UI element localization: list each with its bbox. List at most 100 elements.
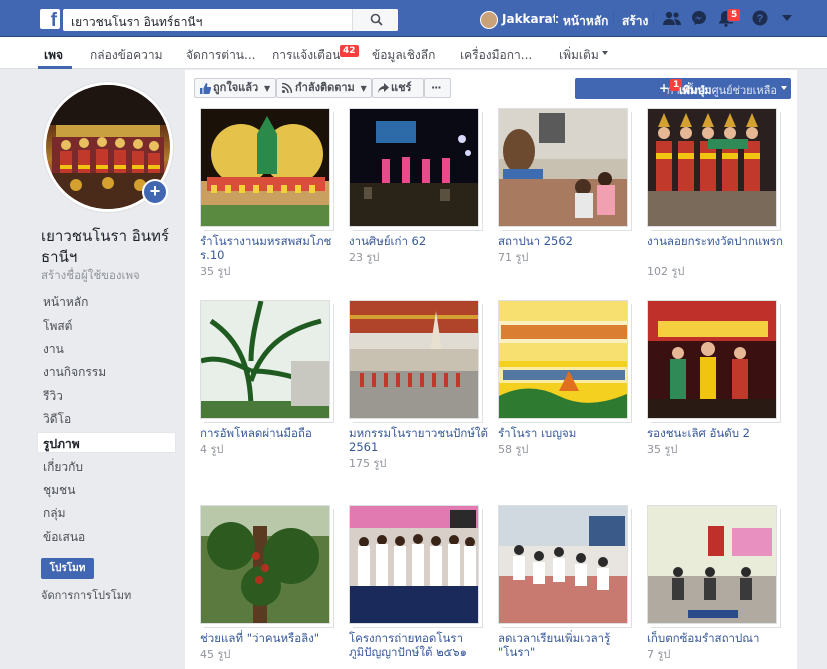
- page-sidebar: + เยาวชนโนรา อินทร์ธานีฯ สร้างชื่อผู้ใช้…: [0, 70, 185, 669]
- sidebar-item-offers[interactable]: ข้อเสนอ: [43, 528, 85, 547]
- chevron-down-icon: [781, 86, 787, 90]
- album-thumbnail[interactable]: [498, 300, 628, 419]
- chevron-down-icon: ▼: [360, 84, 367, 93]
- liked-button[interactable]: ถูกใจแล้ว ▼: [194, 78, 276, 98]
- sidebar-item-events[interactable]: งานกิจกรรม: [43, 363, 106, 382]
- notifications-count-badge: 42: [340, 45, 359, 57]
- rss-follow-icon: [282, 83, 292, 93]
- photos-main-panel: ถูกใจแล้ว ▼ กำลังติดตาม ▼ แชร์ ··· การตั…: [185, 70, 797, 669]
- chevron-down-icon: [602, 51, 608, 55]
- facebook-logo-icon[interactable]: f: [40, 9, 60, 29]
- album-title[interactable]: งานลอยกระทงวัดปากแพรก: [647, 234, 787, 248]
- search-icon: [370, 13, 383, 26]
- avatar[interactable]: [480, 11, 498, 29]
- page-title[interactable]: เยาวชนโนรา อินทร์ธานีฯ: [41, 226, 181, 268]
- album-photo-count: 35 รูป: [647, 443, 678, 456]
- album-photo-count: 175 รูป: [349, 457, 387, 470]
- thumbs-up-icon: [200, 83, 211, 94]
- plus-icon: +: [659, 81, 670, 95]
- search-button[interactable]: [352, 9, 398, 31]
- tab-more[interactable]: เพิ่มเติม: [559, 46, 599, 65]
- tab-inbox[interactable]: กล่องข้อความ: [90, 46, 163, 65]
- album-title[interactable]: งานศิษย์เก่า 62: [349, 234, 489, 248]
- sidebar-item-posts[interactable]: โพสต์: [43, 317, 72, 336]
- more-options-button[interactable]: ···: [424, 78, 451, 98]
- album-thumbnail[interactable]: [349, 300, 479, 419]
- following-label: กำลังติดตาม: [295, 81, 355, 94]
- promote-button[interactable]: โปรโมท: [41, 558, 94, 579]
- create-link[interactable]: สร้าง: [622, 12, 648, 31]
- album-thumbnail[interactable]: [647, 108, 777, 227]
- album-title[interactable]: ช่วยแลที่ "ว่าคนหรือลิง": [200, 631, 340, 645]
- album-title[interactable]: รำโนรา เบญจม: [498, 426, 638, 440]
- create-username-link[interactable]: สร้างชื่อผู้ใช้ของเพจ: [41, 267, 140, 285]
- album-thumbnail[interactable]: [349, 505, 479, 624]
- following-button[interactable]: กำลังติดตาม ▼: [276, 78, 372, 98]
- album-photo-count: 58 รูป: [498, 443, 529, 456]
- sidebar-item-about[interactable]: เกี่ยวกับ: [43, 458, 83, 477]
- tab-publishing-tools[interactable]: เครื่องมือกา...: [460, 46, 532, 65]
- top-navigation-bar: f เยาวชนโนรา อินทร์ธานีฯ Jakkarat หน้าหล…: [0, 0, 827, 37]
- album-title[interactable]: เก็บตกซ้อมรำสถาปณา: [647, 631, 787, 645]
- right-gutter: [797, 70, 827, 669]
- sidebar-item-videos[interactable]: วิดีโอ: [43, 410, 71, 429]
- page-action-bar: ถูกใจแล้ว ▼ กำลังติดตาม ▼ แชร์ ··· การตั…: [185, 70, 797, 106]
- tab-page[interactable]: เพจ: [44, 46, 63, 65]
- svg-text:?: ?: [757, 13, 764, 25]
- help-icon[interactable]: ?: [752, 10, 768, 26]
- album-thumbnail[interactable]: [349, 108, 479, 227]
- album-thumbnail[interactable]: [200, 108, 330, 227]
- messenger-icon[interactable]: [691, 10, 707, 26]
- search-box[interactable]: เยาวชนโนรา อินทร์ธานีฯ: [63, 9, 398, 31]
- page-management-tabs: เพจ กล่องข้อความ จัดการต่าน... การแจ้งเต…: [0, 37, 827, 69]
- divider: [555, 12, 556, 26]
- album-title[interactable]: โครงการถ่ายทอดโนราภูมิปัญญาปักษ์ใต้ ๒๕๖๑: [349, 631, 489, 659]
- album-photo-count: 7 รูป: [647, 648, 671, 661]
- sidebar-item-jobs[interactable]: งาน: [43, 340, 64, 359]
- album-title[interactable]: สถาปนา 2562: [498, 234, 638, 248]
- album-photo-count: 102 รูป: [647, 265, 685, 278]
- divider: [613, 12, 614, 26]
- album-title[interactable]: ลดเวลาเรียนเพิ่มเวลารู้ "โนรา": [498, 631, 638, 659]
- page-cta-bar[interactable]: การตั้งค่าศูนย์ช่วยเหลือ + 1 เพิ่มปุ่ม: [575, 78, 791, 99]
- sidebar-item-photos-label: รูปภาพ: [43, 437, 80, 451]
- album-title[interactable]: รองชนะเลิศ อันดับ 2: [647, 426, 787, 440]
- album-thumbnail[interactable]: [647, 300, 777, 419]
- album-thumbnail[interactable]: [647, 505, 777, 624]
- album-thumbnail[interactable]: [200, 300, 330, 419]
- share-label: แชร์: [391, 81, 412, 94]
- friend-requests-icon[interactable]: [663, 10, 681, 26]
- album-photo-count: 4 รูป: [200, 443, 224, 456]
- share-arrow-icon: [378, 83, 389, 93]
- share-button[interactable]: แชร์: [372, 78, 424, 98]
- divider: [653, 12, 654, 26]
- album-photo-count: 23 รูป: [349, 251, 380, 264]
- sidebar-item-community[interactable]: ชุมชน: [43, 481, 75, 500]
- album-photo-count: 35 รูป: [200, 265, 231, 278]
- active-tab-indicator: [38, 66, 72, 69]
- tab-insights[interactable]: ข้อมูลเชิงลึก: [372, 46, 435, 65]
- add-profile-photo-button[interactable]: +: [142, 179, 168, 205]
- chevron-down-icon: ▼: [264, 84, 271, 93]
- add-button-label[interactable]: เพิ่มปุ่ม: [679, 81, 712, 99]
- sidebar-item-reviews[interactable]: รีวิว: [43, 387, 63, 406]
- tab-manage-jobs[interactable]: จัดการต่าน...: [186, 46, 255, 65]
- account-menu-chevron-down-icon[interactable]: [782, 15, 792, 21]
- profile-link[interactable]: Jakkarat: [502, 12, 558, 26]
- tab-notifications[interactable]: การแจ้งเตือน: [272, 46, 340, 65]
- more-dots-icon: ···: [431, 81, 442, 94]
- sidebar-item-home[interactable]: หน้าหลัก: [43, 293, 88, 312]
- notifications-badge: 5: [727, 8, 742, 22]
- home-link[interactable]: หน้าหลัก: [563, 12, 608, 31]
- liked-label: ถูกใจแล้ว: [213, 81, 259, 94]
- album-title[interactable]: มหกรรมโนรายาวชนปักษ์ใต้ 2561: [349, 426, 489, 454]
- album-title[interactable]: รำโนรางานมหรสพสมโภช ร.10: [200, 234, 340, 262]
- album-photo-count: 45 รูป: [200, 648, 231, 661]
- album-thumbnail[interactable]: [498, 108, 628, 227]
- album-title[interactable]: การอัพโหลดผ่านมือถือ: [200, 426, 340, 440]
- album-thumbnail[interactable]: [498, 505, 628, 624]
- search-input[interactable]: เยาวชนโนรา อินทร์ธานีฯ: [71, 13, 202, 32]
- album-thumbnail[interactable]: [200, 505, 330, 624]
- sidebar-item-groups[interactable]: กลุ่ม: [43, 504, 66, 523]
- manage-promotions-link[interactable]: จัดการการโปรโมท: [41, 586, 131, 604]
